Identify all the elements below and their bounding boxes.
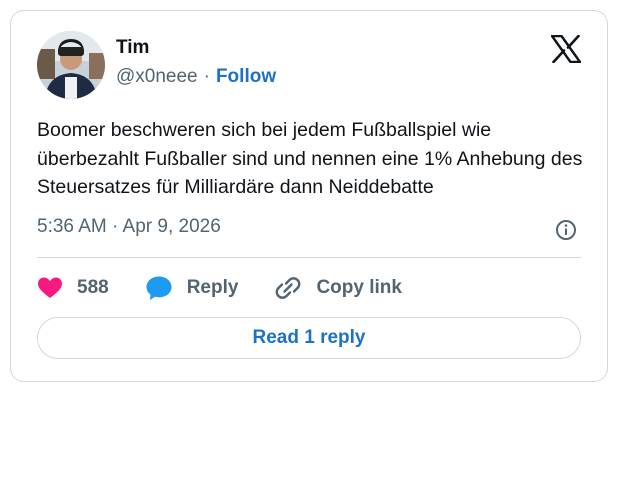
follow-button[interactable]: Follow	[216, 66, 276, 87]
tweet-text: Boomer beschweren sich bei jedem Fußball…	[37, 119, 583, 198]
divider	[37, 257, 581, 258]
reply-button[interactable]: Reply	[145, 275, 239, 301]
like-button[interactable]: 588	[37, 276, 109, 300]
x-logo-icon[interactable]	[550, 34, 582, 64]
like-count: 588	[77, 277, 109, 298]
author-handle[interactable]: @x0neee	[116, 66, 198, 87]
meta-separator: ·	[203, 66, 210, 87]
tweet-timestamp[interactable]: 5:36 AM · Apr 9, 2026	[37, 216, 221, 238]
copy-link-button[interactable]: Copy link	[274, 274, 402, 302]
avatar-photo-icon	[37, 31, 105, 99]
reply-bubble-icon	[146, 276, 172, 300]
reply-label: Reply	[186, 277, 239, 298]
author-meta-row: @x0neee · Follow	[116, 66, 276, 88]
info-icon[interactable]	[555, 219, 577, 241]
copy-link-label: Copy link	[316, 277, 402, 298]
action-bar: 588 Reply Copy link	[37, 273, 438, 303]
read-replies-button[interactable]: Read 1 reply	[37, 317, 581, 359]
heart-icon	[38, 277, 62, 298]
author-name[interactable]: Tim	[116, 37, 149, 59]
author-avatar[interactable]	[37, 31, 105, 99]
read-replies-label: Read 1 reply	[252, 327, 366, 348]
tweet-card: Tim @x0neee · Follow Boomer beschweren sic…	[10, 10, 608, 382]
link-icon	[276, 277, 301, 299]
